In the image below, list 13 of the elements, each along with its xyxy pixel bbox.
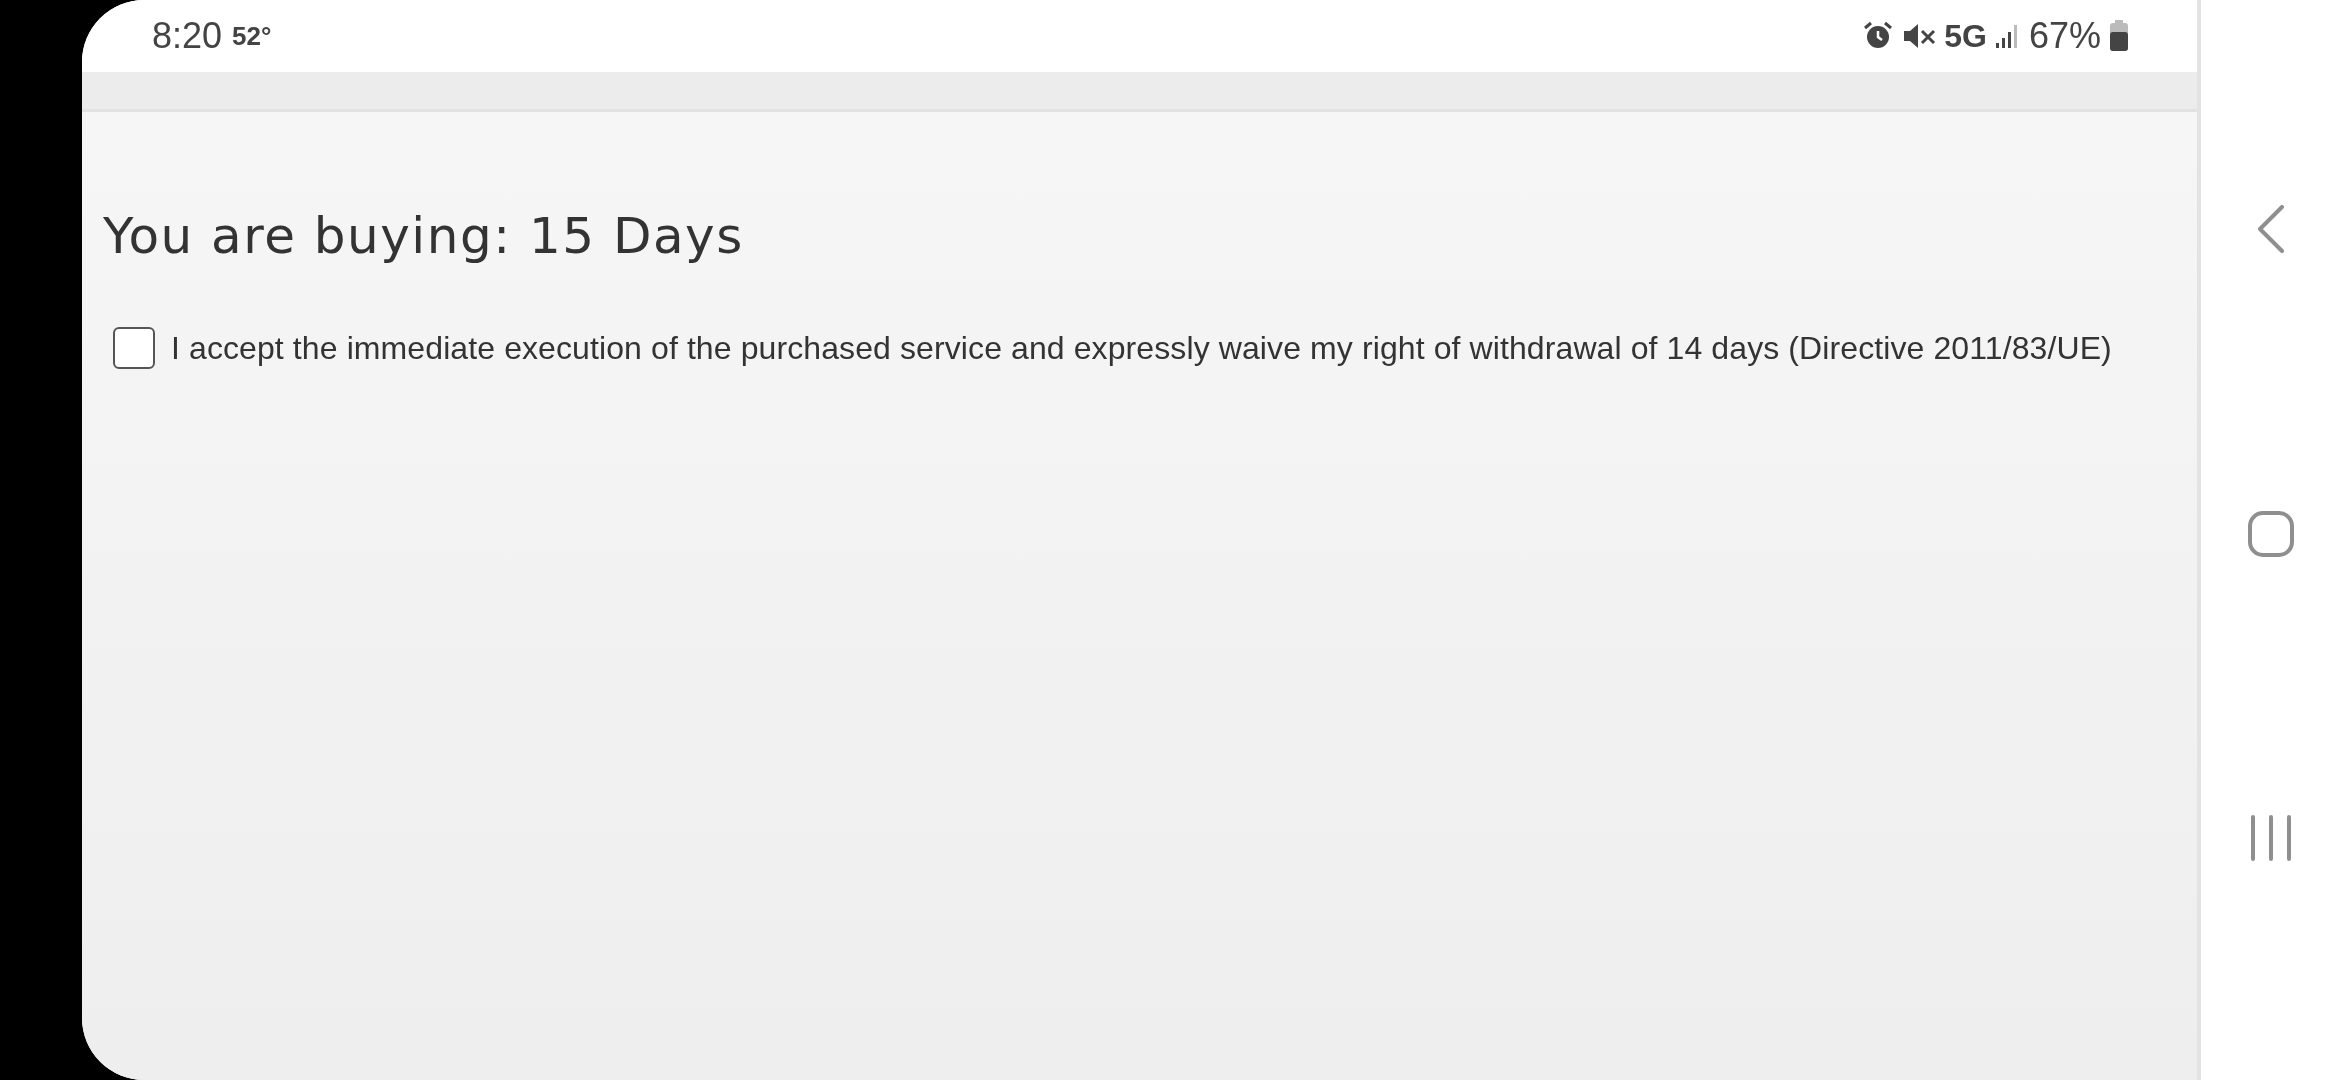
battery-icon	[2109, 20, 2129, 52]
checkbox[interactable]	[113, 327, 155, 369]
page-title: You are buying: 15 Days	[103, 207, 745, 265]
recent-apps-icon[interactable]	[2248, 814, 2293, 862]
temperature: 52°	[232, 20, 272, 52]
clock: 8:20	[152, 15, 223, 57]
alarm-icon	[1862, 21, 1895, 51]
home-icon[interactable]	[2246, 509, 2295, 558]
back-icon[interactable]	[2257, 205, 2284, 253]
network-type: 5G	[1944, 17, 1987, 55]
battery-level: 67%	[2028, 15, 2101, 57]
mute-icon	[1902, 22, 1937, 50]
consent-label: I accept the immediate execution of the purchased service and expressly waive my right of withdrawal of 14 days (Directive 2011/83/UE)	[171, 329, 2112, 367]
